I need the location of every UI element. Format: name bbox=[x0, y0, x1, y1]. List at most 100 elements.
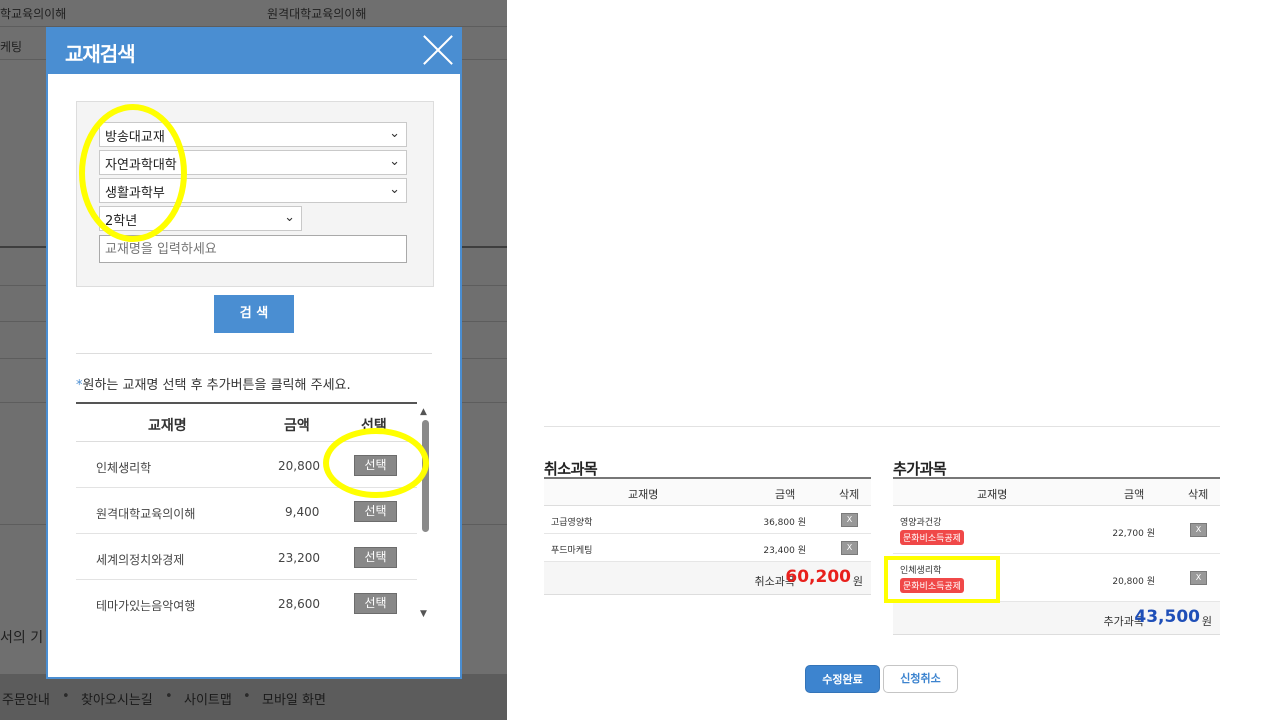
cancel-total-amount: 60,200 bbox=[785, 567, 851, 587]
textbook-name: 세계의정치와경제 bbox=[96, 553, 185, 567]
header-price: 금액 bbox=[775, 488, 796, 501]
table-header: 교재명 금액 삭제 bbox=[544, 479, 871, 506]
tax-deduction-badge: 문화비소득공제 bbox=[900, 578, 964, 593]
guide-message: 원하는 교재명 선택 후 추가버튼을 클릭해 주세요. bbox=[82, 378, 351, 393]
add-section-title: 추가과목 bbox=[893, 460, 947, 478]
add-section: 추가과목 교재명 금액 삭제 영양과건강 문화비소득공제 22,700 원 X … bbox=[893, 458, 1220, 635]
cancel-section: 취소과목 교재명 금액 삭제 고급영양학 36,800 원 X 푸드마케팅 23… bbox=[544, 458, 871, 595]
background-row bbox=[0, 0, 507, 27]
header-delete: 삭제 bbox=[1188, 488, 1209, 501]
delete-button[interactable]: X bbox=[1190, 523, 1207, 537]
select-button[interactable]: 선택 bbox=[354, 593, 397, 614]
textbook-price: 28,600 bbox=[278, 597, 320, 611]
background-text: 케팅 bbox=[0, 40, 23, 54]
background-text: 원격대학교육의이해 bbox=[267, 7, 367, 21]
textbook-name: 고급영양학 bbox=[551, 518, 593, 528]
select-value: 2학년 bbox=[105, 214, 138, 229]
textbook-name: 인체생리학 bbox=[900, 566, 942, 576]
select-value: 자연과학대학 bbox=[105, 158, 177, 173]
background-footer: 주문안내 • 찾아오시는길 • 사이트맵 • 모바일 화면 bbox=[0, 674, 507, 720]
table-row: 원격대학교육의이해 9,400 선택 bbox=[76, 488, 417, 534]
header-name: 교재명 bbox=[977, 488, 1008, 501]
footer-dot: • bbox=[165, 689, 173, 704]
table-row: 테마가있는음악여행 28,600 선택 bbox=[76, 580, 417, 626]
tax-deduction-badge: 문화비소득공제 bbox=[900, 530, 964, 545]
textbook-price: 20,800 bbox=[278, 459, 320, 473]
footer-link[interactable]: 모바일 화면 bbox=[262, 689, 326, 708]
footer-link[interactable]: 주문안내 bbox=[2, 689, 50, 708]
textbook-type-select[interactable]: 방송대교재 ⌄ bbox=[99, 122, 407, 147]
scroll-thumb[interactable] bbox=[422, 420, 429, 532]
header-price: 금액 bbox=[1124, 488, 1145, 501]
textbook-table: 교재명 금액 선택 인체생리학 20,800 선택 원격대학교육의이해 9,40… bbox=[76, 402, 417, 626]
select-value: 생활과학부 bbox=[105, 186, 165, 201]
divider bbox=[76, 353, 432, 354]
select-value: 방송대교재 bbox=[105, 130, 165, 145]
search-button[interactable]: 검 색 bbox=[214, 295, 294, 333]
delete-button[interactable]: X bbox=[841, 513, 858, 527]
select-button[interactable]: 선택 bbox=[354, 455, 397, 476]
footer-dot: • bbox=[243, 689, 251, 704]
textbook-name-input[interactable] bbox=[99, 235, 407, 263]
grade-select[interactable]: 2학년 ⌄ bbox=[99, 206, 302, 231]
delete-button[interactable]: X bbox=[1190, 571, 1207, 585]
table-row: 고급영양학 36,800 원 X bbox=[544, 506, 871, 534]
cancel-table: 교재명 금액 삭제 고급영양학 36,800 원 X 푸드마케팅 23,400 … bbox=[544, 477, 871, 595]
table-row: 세계의정치와경제 23,200 선택 bbox=[76, 534, 417, 580]
add-total-row: 추가과목 43,500 원 bbox=[893, 602, 1220, 635]
table-row: 영양과건강 문화비소득공제 22,700 원 X bbox=[893, 506, 1220, 554]
textbook-price: 36,800 원 bbox=[763, 518, 806, 528]
delete-button[interactable]: X bbox=[841, 541, 858, 555]
table-row: 인체생리학 20,800 선택 bbox=[76, 442, 417, 488]
filter-box: 방송대교재 ⌄ 자연과학대학 ⌄ 생활과학부 ⌄ 2학년 ⌄ bbox=[76, 101, 434, 287]
textbook-name: 인체생리학 bbox=[96, 461, 152, 475]
footer-link[interactable]: 찾아오시는길 bbox=[81, 689, 153, 708]
close-icon[interactable] bbox=[422, 34, 454, 66]
header-select: 선택 bbox=[361, 418, 387, 434]
chevron-down-icon: ⌄ bbox=[389, 182, 400, 197]
header-name: 교재명 bbox=[148, 418, 187, 434]
college-select[interactable]: 자연과학대학 ⌄ bbox=[99, 150, 407, 175]
chevron-down-icon: ⌄ bbox=[389, 154, 400, 169]
guide-text: *원하는 교재명 선택 후 추가버튼을 클릭해 주세요. bbox=[76, 374, 351, 393]
cancel-section-title: 취소과목 bbox=[544, 460, 598, 478]
confirm-edit-button[interactable]: 수정완료 bbox=[805, 665, 880, 693]
currency-unit: 원 bbox=[1201, 615, 1212, 628]
modal-header: 교재검색 bbox=[48, 29, 460, 74]
textbook-price: 23,400 원 bbox=[763, 546, 806, 556]
background-text: 서의 기 bbox=[0, 630, 44, 646]
add-total-amount: 43,500 bbox=[1134, 607, 1200, 627]
table-row: 푸드마케팅 23,400 원 X bbox=[544, 534, 871, 562]
scroll-down-arrow-icon[interactable]: ▼ bbox=[420, 609, 427, 619]
chevron-down-icon: ⌄ bbox=[389, 126, 400, 141]
textbook-name: 테마가있는음악여행 bbox=[96, 599, 196, 613]
scroll-up-arrow-icon[interactable]: ▲ bbox=[420, 407, 427, 417]
textbook-price: 22,700 원 bbox=[1112, 529, 1155, 539]
textbook-price: 20,800 원 bbox=[1112, 577, 1155, 587]
header-delete: 삭제 bbox=[839, 488, 860, 501]
header-price: 금액 bbox=[284, 418, 310, 434]
footer-link[interactable]: 사이트맵 bbox=[184, 689, 232, 708]
select-button[interactable]: 선택 bbox=[354, 501, 397, 522]
table-header: 교재명 금액 삭제 bbox=[893, 479, 1220, 506]
table-row: 인체생리학 문화비소득공제 20,800 원 X bbox=[893, 554, 1220, 602]
textbook-name: 영양과건강 bbox=[900, 518, 942, 528]
department-select[interactable]: 생활과학부 ⌄ bbox=[99, 178, 407, 203]
section-divider bbox=[544, 426, 1220, 427]
select-button[interactable]: 선택 bbox=[354, 547, 397, 568]
background-text: 학교육의이해 bbox=[0, 7, 67, 21]
table-scrollbar[interactable]: ▲ ▼ bbox=[420, 407, 430, 619]
header-name: 교재명 bbox=[628, 488, 659, 501]
textbook-price: 9,400 bbox=[285, 505, 320, 519]
footer-dot: • bbox=[62, 689, 70, 704]
textbook-name: 원격대학교육의이해 bbox=[96, 507, 196, 521]
textbook-search-modal: 교재검색 방송대교재 ⌄ 자연과학대학 ⌄ 생활과학부 ⌄ 2학년 ⌄ 검 색 … bbox=[46, 27, 462, 679]
table-header: 교재명 금액 선택 bbox=[76, 404, 417, 442]
cancel-total-row: 취소과목 60,200 원 bbox=[544, 562, 871, 595]
modal-title: 교재검색 bbox=[65, 42, 136, 66]
textbook-price: 23,200 bbox=[278, 551, 320, 565]
chevron-down-icon: ⌄ bbox=[284, 210, 295, 225]
textbook-name: 푸드마케팅 bbox=[551, 546, 593, 556]
add-table: 교재명 금액 삭제 영양과건강 문화비소득공제 22,700 원 X 인체생리학… bbox=[893, 477, 1220, 635]
cancel-application-button[interactable]: 신청취소 bbox=[883, 665, 958, 693]
